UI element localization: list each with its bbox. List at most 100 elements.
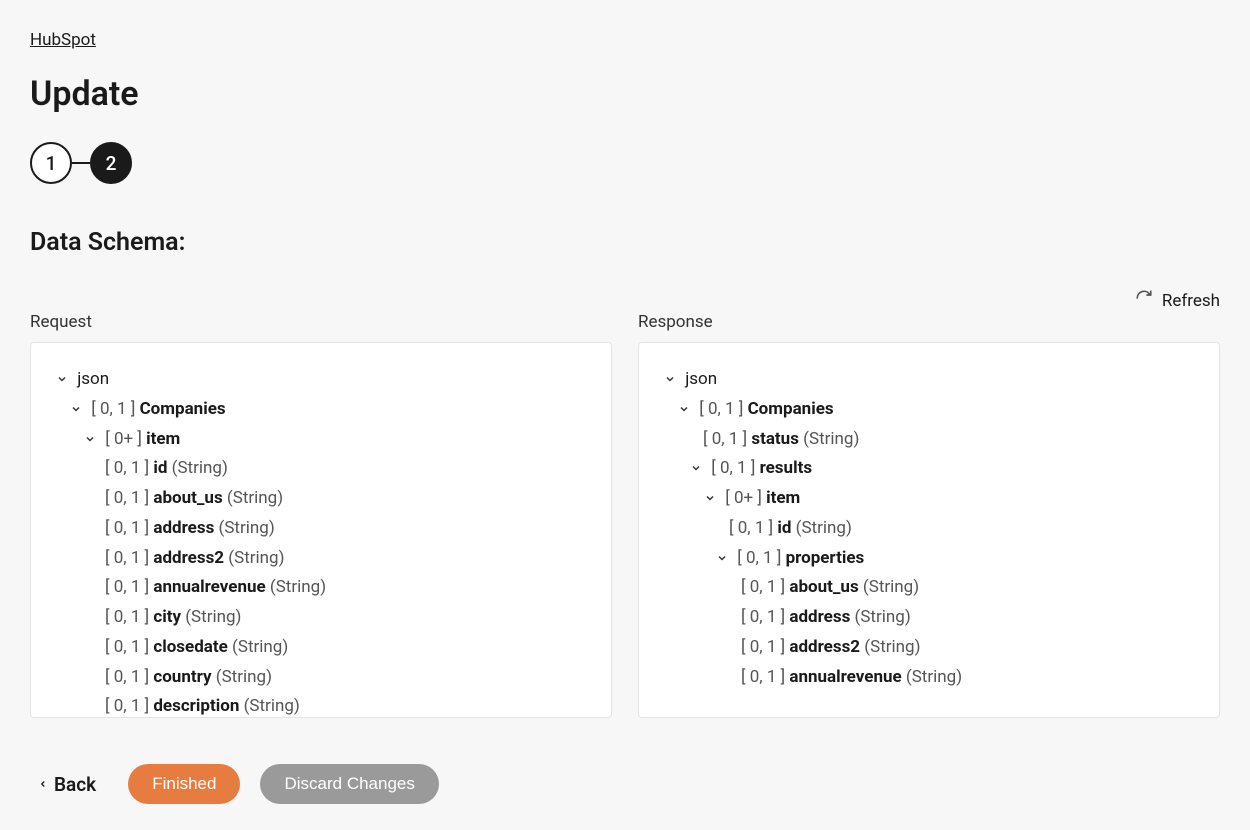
tree-card: [ 0, 1 ] xyxy=(91,399,135,419)
tree-leaf[interactable]: [ 0, 1 ] address (String) xyxy=(663,603,1195,633)
tree-card: [ 0, 1 ] xyxy=(699,399,743,419)
tree-card: [ 0, 1 ] xyxy=(737,548,781,568)
tree-node-type: (String) xyxy=(228,548,284,568)
tree-leaf[interactable]: [ 0, 1 ] address (String) xyxy=(55,514,587,544)
tree-node-name: address2 xyxy=(789,637,860,657)
tree-node-type: (String) xyxy=(244,696,300,716)
tree-card: [ 0, 1 ] xyxy=(741,577,785,597)
tree-node-type: (String) xyxy=(185,607,241,627)
discard-button[interactable]: Discard Changes xyxy=(260,764,438,804)
tree-node-type: (String) xyxy=(232,637,288,657)
back-label: Back xyxy=(54,773,96,796)
tree-card: [ 0, 1 ] xyxy=(741,637,785,657)
chevron-down-icon[interactable] xyxy=(55,365,69,395)
tree-card: [ 0, 1 ] xyxy=(711,458,755,478)
tree-card: [ 0, 1 ] xyxy=(105,548,149,568)
tree-card: [ 0, 1 ] xyxy=(703,429,747,449)
tree-node-type: (String) xyxy=(227,488,283,508)
request-column: Request json [ 0, 1 ] Companies [ 0+ ] i… xyxy=(30,318,612,718)
tree-card: [ 0, 1 ] xyxy=(105,667,149,687)
response-tree[interactable]: json [ 0, 1 ] Companies [ 0, 1 ] status … xyxy=(638,342,1220,718)
tree-leaf[interactable]: [ 0, 1 ] about_us (String) xyxy=(55,484,587,514)
tree-leaf[interactable]: [ 0, 1 ] address2 (String) xyxy=(663,633,1195,663)
tree-leaf[interactable]: [ 0, 1 ] id (String) xyxy=(55,454,587,484)
tree-node-name: id xyxy=(153,458,167,478)
tree-card: [ 0, 1 ] xyxy=(729,518,773,538)
request-label: Request xyxy=(30,312,612,332)
chevron-left-icon xyxy=(38,773,48,796)
tree-card: [ 0, 1 ] xyxy=(105,518,149,538)
tree-node-type: (String) xyxy=(855,607,911,627)
tree-node-type: (String) xyxy=(803,429,859,449)
tree-card: [ 0+ ] xyxy=(725,488,762,508)
finished-button[interactable]: Finished xyxy=(128,764,240,804)
tree-node-name: address xyxy=(153,518,214,538)
tree-node-type: (String) xyxy=(270,577,326,597)
tree-node-name: description xyxy=(153,696,239,716)
tree-leaf[interactable]: [ 0, 1 ] description (String) xyxy=(55,692,587,718)
tree-leaf[interactable]: [ 0, 1 ] city (String) xyxy=(55,603,587,633)
tree-leaf[interactable]: [ 0, 1 ] annualrevenue (String) xyxy=(55,573,587,603)
tree-node-id[interactable]: id xyxy=(777,518,791,538)
tree-card: [ 0, 1 ] xyxy=(105,488,149,508)
tree-card: [ 0, 1 ] xyxy=(105,458,149,478)
tree-node-name: address2 xyxy=(153,548,224,568)
tree-leaf[interactable]: [ 0, 1 ] address2 (String) xyxy=(55,544,587,574)
tree-node-type: (String) xyxy=(863,577,919,597)
tree-node-name: closedate xyxy=(153,637,227,657)
tree-node-name: about_us xyxy=(789,577,858,597)
tree-node-item[interactable]: item xyxy=(146,429,180,449)
response-label: Response xyxy=(638,312,1220,332)
chevron-down-icon[interactable] xyxy=(689,454,703,484)
tree-node-type: (String) xyxy=(906,667,962,687)
back-button[interactable]: Back xyxy=(38,773,96,796)
refresh-label: Refresh xyxy=(1162,291,1220,311)
tree-node-companies[interactable]: Companies xyxy=(140,399,226,419)
tree-node-item[interactable]: item xyxy=(766,488,800,508)
tree-node-companies[interactable]: Companies xyxy=(748,399,834,419)
breadcrumb[interactable]: HubSpot xyxy=(30,30,96,50)
tree-node-properties[interactable]: properties xyxy=(786,548,865,568)
tree-card: [ 0, 1 ] xyxy=(105,577,149,597)
chevron-down-icon[interactable] xyxy=(83,425,97,455)
tree-node-name: annualrevenue xyxy=(789,667,901,687)
tree-node-json[interactable]: json xyxy=(685,369,717,389)
tree-card: [ 0, 1 ] xyxy=(741,667,785,687)
tree-node-json[interactable]: json xyxy=(77,369,109,389)
tree-node-results[interactable]: results xyxy=(760,458,813,478)
tree-card: [ 0, 1 ] xyxy=(105,637,149,657)
chevron-down-icon[interactable] xyxy=(663,365,677,395)
tree-leaf[interactable]: [ 0, 1 ] country (String) xyxy=(55,663,587,693)
chevron-down-icon[interactable] xyxy=(715,544,729,574)
tree-node-name: address xyxy=(789,607,850,627)
step-2[interactable]: 2 xyxy=(90,142,132,184)
tree-node-type: (String) xyxy=(216,667,272,687)
tree-node-type: (String) xyxy=(172,458,228,478)
footer-actions: Back Finished Discard Changes xyxy=(30,764,1220,804)
tree-leaf[interactable]: [ 0, 1 ] annualrevenue (String) xyxy=(663,663,1195,693)
tree-leaf[interactable]: [ 0, 1 ] about_us (String) xyxy=(663,573,1195,603)
request-tree[interactable]: json [ 0, 1 ] Companies [ 0+ ] item [ 0,… xyxy=(30,342,612,718)
tree-node-type: (String) xyxy=(864,637,920,657)
step-1[interactable]: 1 xyxy=(30,142,72,184)
tree-card: [ 0, 1 ] xyxy=(105,607,149,627)
tree-node-name: country xyxy=(153,667,211,687)
tree-card: [ 0, 1 ] xyxy=(105,696,149,716)
chevron-down-icon[interactable] xyxy=(69,395,83,425)
tree-node-name: about_us xyxy=(153,488,222,508)
chevron-down-icon[interactable] xyxy=(703,484,717,514)
page-title: Update xyxy=(30,74,1220,114)
tree-node-status[interactable]: status xyxy=(751,429,799,449)
stepper: 1 2 xyxy=(30,142,1220,184)
tree-leaf[interactable]: [ 0, 1 ] closedate (String) xyxy=(55,633,587,663)
tree-card: [ 0+ ] xyxy=(105,429,142,449)
step-line xyxy=(72,162,90,164)
tree-card: [ 0, 1 ] xyxy=(741,607,785,627)
tree-node-name: annualrevenue xyxy=(153,577,265,597)
section-title: Data Schema: xyxy=(30,228,1220,257)
response-column: Response json [ 0, 1 ] Companies [ 0, 1 … xyxy=(638,318,1220,718)
refresh-icon xyxy=(1135,289,1153,312)
tree-node-type: (String) xyxy=(219,518,275,538)
tree-node-name: city xyxy=(153,607,181,627)
chevron-down-icon[interactable] xyxy=(677,395,691,425)
